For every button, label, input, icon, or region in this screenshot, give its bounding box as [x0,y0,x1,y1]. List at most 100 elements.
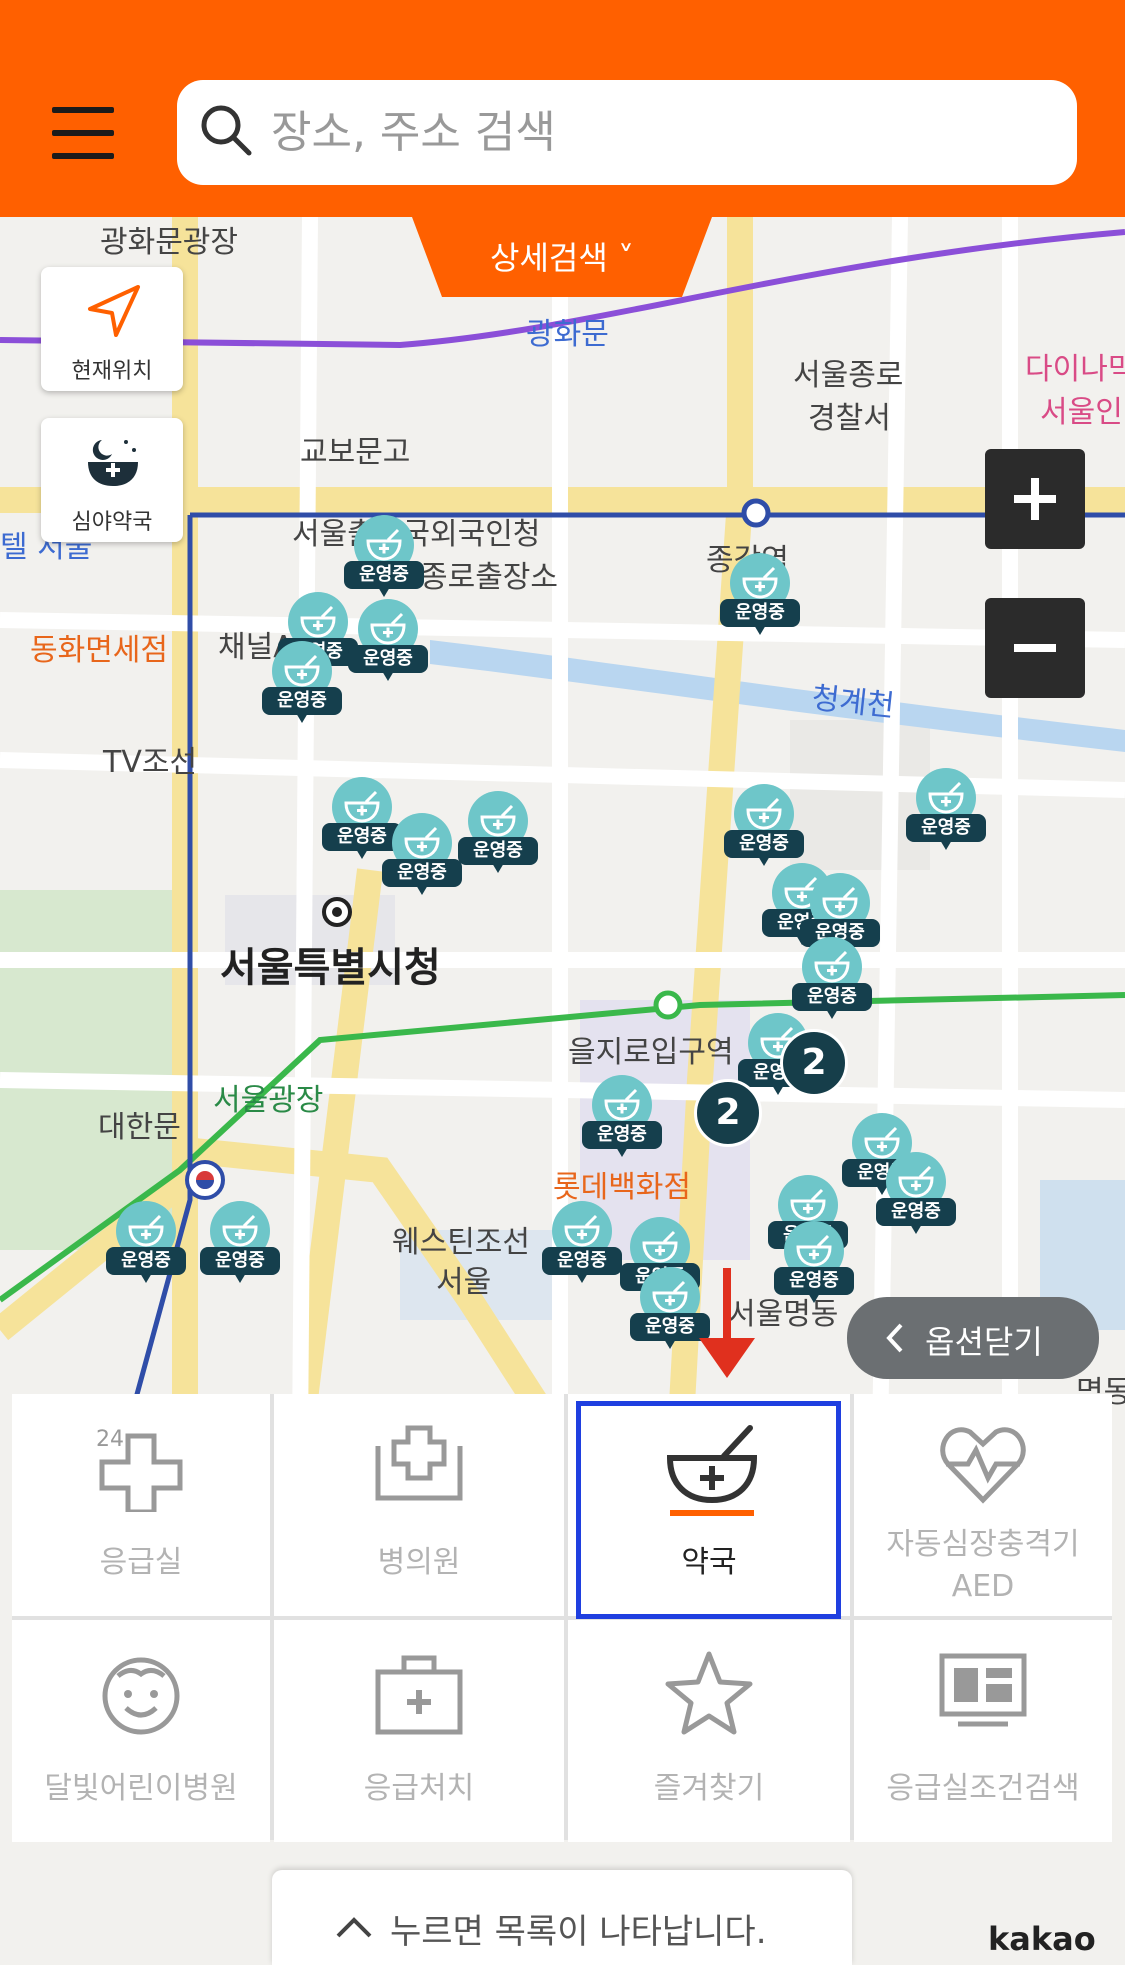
map-label: 동화면세점 [30,633,168,668]
map-label: 경찰서 [808,401,891,436]
list-hint-label: 누르면 목록이 나타납니다. [390,1912,767,1952]
emergency-24-icon: 24 [96,1427,183,1512]
current-location-label: 현재위치 [71,359,153,384]
night-pharmacy-button[interactable]: 심야약국 [41,418,183,542]
pin-status-label: 운영중 [458,837,538,865]
map-label: 교보문고 [300,435,411,470]
map-label: 서울 [436,1265,492,1300]
map-label: 서울인 [1040,395,1123,430]
category-label: 응급실조건검색 [886,1771,1080,1806]
heart-pulse-icon [940,1427,1026,1504]
pin-tip [140,1273,152,1283]
pin-status-label: 운영중 [774,1267,854,1295]
map-label: 광화문광장 [100,225,238,260]
category-label: 자동심장충격기 AED [886,1527,1080,1604]
option-close-button[interactable]: 옵션닫기 [847,1297,1099,1379]
map-label: TV조선 [103,745,198,780]
pin-tip [940,840,952,850]
pin-status-label: 운영중 [724,830,804,858]
pin-status-label: 운영중 [720,599,800,627]
category-label: 응급실 [99,1545,183,1580]
zoom-in-button[interactable] [985,449,1085,549]
pin-tip [826,1009,838,1019]
monitor-search-icon [939,1653,1027,1727]
map-label: 광화문 [526,317,609,352]
category-favorites[interactable]: 즐겨찾기 [568,1620,850,1842]
map-label: 종로출장소 [420,560,558,595]
star-icon [665,1651,753,1735]
pin-tip [616,1147,628,1157]
pin-tip [910,1224,922,1234]
pin-status-label: 운영중 [542,1247,622,1275]
map-label: 롯데백화점 [553,1170,691,1205]
pin-status-label: 운영중 [344,561,424,589]
map-label: 청계천 [810,680,897,725]
pharmacy-pin[interactable]: 운영중 [262,641,342,733]
pin-tip [754,625,766,635]
map-label: 다이나믹 [1025,352,1125,387]
minus-icon [1014,644,1056,652]
pin-tip [492,863,504,873]
search-input[interactable] [269,98,1053,166]
child-face-icon [102,1657,180,1735]
map-label: 서울종로 [793,358,904,393]
pin-tip [356,849,368,859]
pharmacy-pin[interactable]: 운영중 [876,1152,956,1244]
pharmacy-pin[interactable]: 운영중 [382,813,462,905]
current-location-button[interactable]: 현재위치 [41,267,183,391]
pin-tip [576,1273,588,1283]
pin-status-label: 운영중 [262,687,342,715]
pin-tip [772,1085,784,1095]
pin-tip [296,713,308,723]
pin-tip [664,1339,676,1349]
pharmacy-pin[interactable]: 운영중 [774,1221,854,1313]
night-pharmacy-label: 심야약국 [71,510,153,535]
menu-icon[interactable] [52,107,114,159]
pin-tip [378,587,390,597]
hospital-icon [375,1425,463,1501]
map-label: 서울광장 [213,1083,324,1118]
pin-status-label: 운영중 [348,645,428,673]
pin-tip [234,1273,246,1283]
pharmacy-pin[interactable]: 운영중 [542,1201,622,1293]
category-emergency-room[interactable]: 24 응급실 [12,1394,270,1616]
pharmacy-pin[interactable]: 운영중 [720,553,800,645]
pin-status-label: 운영중 [876,1198,956,1226]
pharmacy-cluster-marker[interactable]: 2 [694,1079,762,1147]
category-aed[interactable]: 자동심장충격기 AED [854,1394,1112,1616]
category-grid: 24 응급실 병의원 약국 자동심장충격기 AED 달빛어린이병원 응급처치 즐… [12,1394,1112,1842]
detail-search-tab[interactable]: 상세검색 ˅ [412,217,712,297]
pharmacy-pin[interactable]: 운영중 [906,768,986,860]
pharmacy-pin[interactable]: 운영중 [458,791,538,883]
red-arrow-annotation [699,1268,755,1378]
search-icon [201,105,252,156]
map-label: 서울특별시청 [220,945,441,991]
pin-status-label: 운영중 [382,859,462,887]
map-label: 을지로입구역 [568,1035,734,1070]
first-aid-kit-icon [375,1655,463,1735]
pharmacy-pin[interactable]: 운영중 [106,1201,186,1293]
pharmacy-pin[interactable]: 운영중 [200,1201,280,1293]
category-first-aid[interactable]: 응급처치 [274,1620,564,1842]
svg-text:24: 24 [96,1427,124,1452]
category-er-condition-search[interactable]: 응급실조건검색 [854,1620,1112,1842]
pharmacy-cluster-marker[interactable]: 2 [780,1029,848,1097]
pin-tip [808,1293,820,1303]
pharmacy-pin[interactable]: 운영중 [582,1075,662,1167]
detail-search-label: 상세검색 ˅ [490,239,634,277]
pin-tip [382,671,394,681]
category-night-children-hospital[interactable]: 달빛어린이병원 [12,1620,270,1842]
kakao-attribution: kakao [988,1920,1096,1958]
category-label: 병의원 [377,1545,461,1580]
category-label: 즐겨찾기 [653,1771,765,1806]
map-label: 대한문 [98,1110,181,1145]
top-bar [0,0,1125,217]
list-toggle-button[interactable]: 누르면 목록이 나타납니다. [272,1870,852,1965]
category-hospital[interactable]: 병의원 [274,1394,564,1616]
pharmacy-pin[interactable]: 운영중 [348,599,428,691]
search-box[interactable] [177,80,1077,185]
zoom-out-button[interactable] [985,598,1085,698]
chevron-left-icon [886,1323,903,1353]
pin-status-label: 운영중 [106,1247,186,1275]
night-pharmacy-icon [88,440,138,486]
